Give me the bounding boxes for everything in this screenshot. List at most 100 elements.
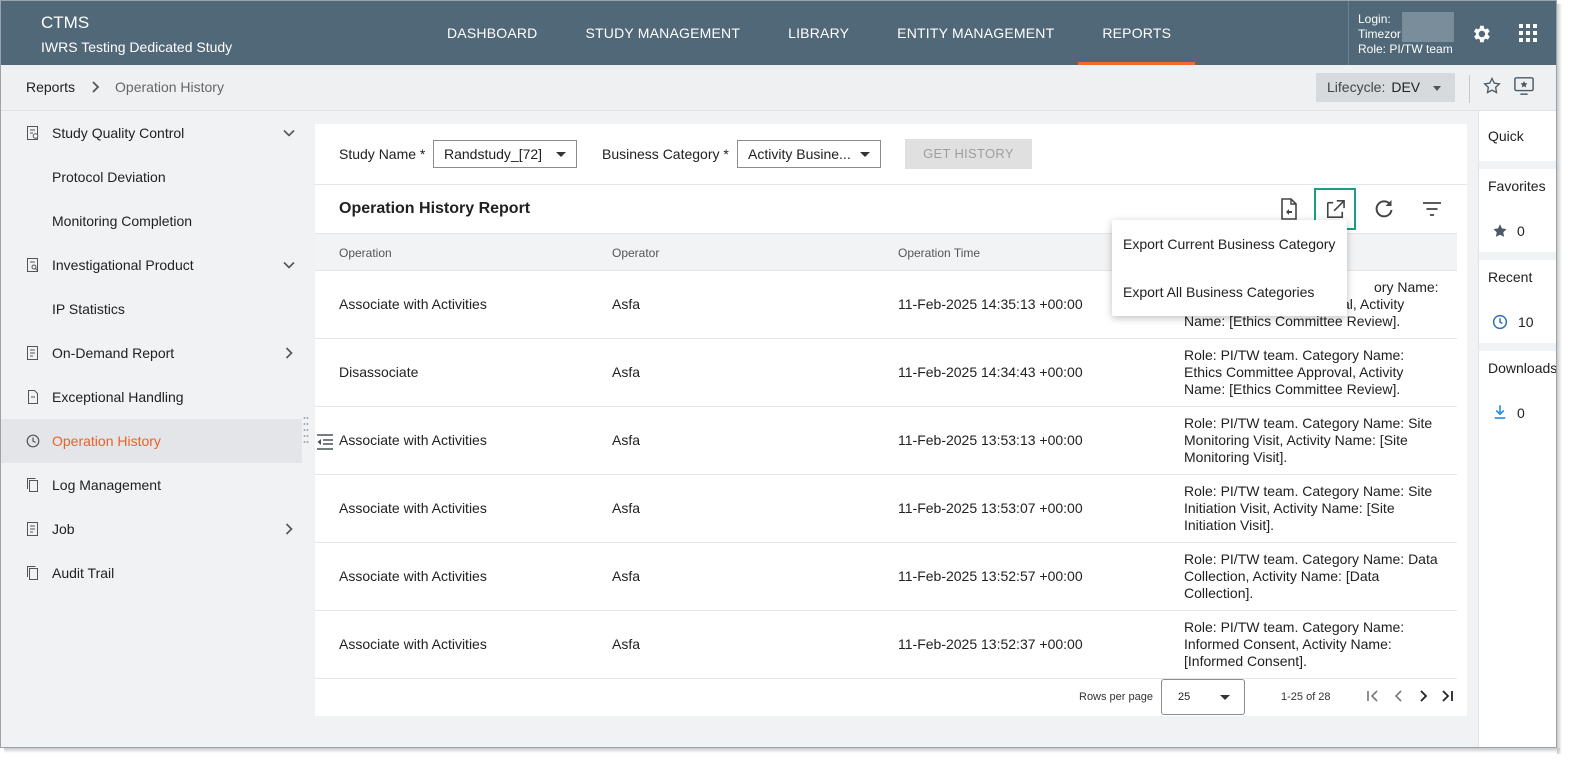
caret-down-icon xyxy=(860,152,870,157)
screen-star-icon[interactable] xyxy=(1513,76,1535,96)
menu-export-current-category[interactable]: Export Current Business Category xyxy=(1123,236,1335,252)
cell-operation: Associate with Activities xyxy=(339,432,487,448)
downloads-count: 0 xyxy=(1517,405,1525,421)
table-row[interactable]: Associate with Activities Asfa 11-Feb-2025… xyxy=(315,611,1457,679)
sidebar-item-label: Investigational Product xyxy=(52,257,194,273)
sidebar: Study Quality Control Protocol Deviation… xyxy=(1,111,302,747)
business-category-select[interactable]: Activity Busine... xyxy=(737,140,881,168)
refresh-icon[interactable] xyxy=(1371,196,1397,222)
cell-operation-time: 11-Feb-2025 14:35:13 +00:00 xyxy=(898,296,1083,312)
first-page-icon[interactable] xyxy=(1365,688,1381,704)
chevron-right-icon xyxy=(285,523,293,535)
sidebar-item-protocol-deviation[interactable]: Protocol Deviation xyxy=(1,155,302,199)
next-page-icon[interactable] xyxy=(1415,688,1431,704)
recent-count: 10 xyxy=(1518,314,1534,330)
recent-label[interactable]: Recent xyxy=(1488,269,1532,285)
page-range: 1-25 of 28 xyxy=(1281,691,1331,703)
sidebar-item-audit-trail[interactable]: Audit Trail xyxy=(1,551,302,595)
sidebar-item-label: Operation History xyxy=(52,433,161,449)
sidebar-item-label: Protocol Deviation xyxy=(52,169,166,185)
table-row[interactable]: Associate with Activities Asfa 11-Feb-2025… xyxy=(315,475,1457,543)
sidebar-item-label: On-Demand Report xyxy=(52,345,175,361)
gear-icon[interactable] xyxy=(1470,23,1492,45)
detail-line: Informed Consent, Activity Name: xyxy=(1184,636,1392,652)
clock-icon xyxy=(26,434,40,448)
divider xyxy=(1469,75,1470,103)
divider xyxy=(1479,343,1556,351)
report-list-icon xyxy=(27,522,38,536)
filter-bar: Study Name * Randstudy_[72] Business Cat… xyxy=(315,124,1467,185)
nav-reports[interactable]: REPORTS xyxy=(1078,1,1195,65)
favorites-label[interactable]: Favorites xyxy=(1488,178,1546,194)
resize-handle-icon[interactable] xyxy=(303,415,309,445)
user-info-box: Login: Timezor Role: PI/TW team xyxy=(1348,1,1556,65)
breadcrumb-bar: Reports Operation History Lifecycle: DEV xyxy=(1,65,1556,111)
sidebar-item-label: Study Quality Control xyxy=(52,125,185,141)
downloads-label[interactable]: Downloads xyxy=(1488,360,1556,376)
sidebar-item-log-management[interactable]: Log Management xyxy=(1,463,302,507)
sidebar-item-label: Monitoring Completion xyxy=(52,213,193,229)
cell-operator: Asfa xyxy=(612,500,641,516)
table-row[interactable]: Associate with Activities Asfa 11-Feb-2025… xyxy=(315,407,1457,475)
export-file-icon[interactable] xyxy=(1275,196,1301,222)
brand: CTMS IWRS Testing Dedicated Study xyxy=(41,13,232,55)
detail-line: Role: PI/TW team. Category Name: Site xyxy=(1184,483,1433,499)
sidebar-item-exceptional-handling[interactable]: Exceptional Handling xyxy=(1,375,302,419)
cell-operation: Associate with Activities xyxy=(339,500,487,516)
cell-operation: Disassociate xyxy=(339,364,419,380)
breadcrumb-reports[interactable]: Reports xyxy=(26,79,75,95)
nav-study-management[interactable]: STUDY MANAGEMENT xyxy=(561,1,764,65)
rows-per-page-select[interactable]: 25 xyxy=(1161,679,1245,715)
nav-dashboard[interactable]: DASHBOARD xyxy=(423,1,561,65)
star-outline-icon[interactable] xyxy=(1482,76,1502,96)
business-category-label: Business Category * xyxy=(602,146,729,162)
nav-library[interactable]: LIBRARY xyxy=(764,1,873,65)
detail-line: Role: PI/TW team. Category Name: Site xyxy=(1184,415,1433,431)
cell-operation: Associate with Activities xyxy=(339,568,487,584)
study-name-select[interactable]: Randstudy_[72] xyxy=(433,140,577,168)
sidebar-item-label: Audit Trail xyxy=(52,565,115,581)
get-history-button[interactable]: GET HISTORY xyxy=(905,139,1032,169)
apps-grid-icon[interactable] xyxy=(1519,24,1537,42)
detail-line: Monitoring Visit, Activity Name: [Site xyxy=(1184,432,1408,448)
sidebar-item-job[interactable]: Job xyxy=(1,507,302,551)
favorites-count: 0 xyxy=(1517,223,1525,239)
cell-operation-time: 11-Feb-2025 13:52:57 +00:00 xyxy=(898,568,1083,584)
sidebar-item-investigational-product[interactable]: Investigational Product xyxy=(1,243,302,287)
report-list-icon xyxy=(27,346,38,360)
column-operation-time[interactable]: Operation Time xyxy=(898,246,980,260)
column-operation[interactable]: Operation xyxy=(339,246,392,260)
detail-line: Role: PI/TW team. Category Name: xyxy=(1184,619,1405,635)
breadcrumb-current: Operation History xyxy=(115,79,224,95)
sidebar-item-ip-statistics[interactable]: IP Statistics xyxy=(1,287,302,331)
detail-line: Collection, Activity Name: [Data xyxy=(1184,568,1380,584)
table-row[interactable]: Disassociate Asfa 11-Feb-2025 14:34:43 +00… xyxy=(315,339,1457,407)
cell-detail: Role: PI/TW team. Category Name: Site Mon… xyxy=(1184,415,1454,466)
sidebar-item-on-demand-report[interactable]: On-Demand Report xyxy=(1,331,302,375)
menu-export-all-categories[interactable]: Export All Business Categories xyxy=(1123,284,1314,300)
prev-page-icon[interactable] xyxy=(1391,688,1407,704)
lifecycle-label: Lifecycle: xyxy=(1327,79,1386,95)
last-page-icon[interactable] xyxy=(1439,688,1455,704)
detail-line: Role: PI/TW team. Category Name: xyxy=(1184,347,1405,363)
collapse-sidebar-icon[interactable] xyxy=(315,433,335,451)
cell-operation-time: 11-Feb-2025 13:53:07 +00:00 xyxy=(898,500,1083,516)
cell-operator: Asfa xyxy=(612,364,641,380)
caret-down-icon xyxy=(1433,86,1441,91)
business-category-value: Activity Busine... xyxy=(748,146,851,162)
sidebar-item-study-quality-control[interactable]: Study Quality Control xyxy=(1,111,302,155)
filter-icon[interactable] xyxy=(1419,196,1445,222)
chevron-down-icon xyxy=(283,129,295,137)
table-row[interactable]: Associate with Activities Asfa 11-Feb-2025… xyxy=(315,543,1457,611)
column-operator[interactable]: Operator xyxy=(612,246,659,260)
cell-operation: Associate with Activities xyxy=(339,296,487,312)
sidebar-item-operation-history[interactable]: Operation History xyxy=(1,419,302,463)
copy-icon xyxy=(27,478,38,492)
sidebar-item-label: IP Statistics xyxy=(52,301,125,317)
nav-entity-management[interactable]: ENTITY MANAGEMENT xyxy=(873,1,1078,65)
cell-operation-time: 11-Feb-2025 14:34:43 +00:00 xyxy=(898,364,1083,380)
user-info: Login: Timezor Role: PI/TW team xyxy=(1358,12,1454,57)
sidebar-item-monitoring-completion[interactable]: Monitoring Completion xyxy=(1,199,302,243)
lifecycle-select[interactable]: Lifecycle: DEV xyxy=(1316,73,1455,102)
cell-detail: Role: PI/TW team. Category Name: Informed… xyxy=(1184,619,1454,670)
